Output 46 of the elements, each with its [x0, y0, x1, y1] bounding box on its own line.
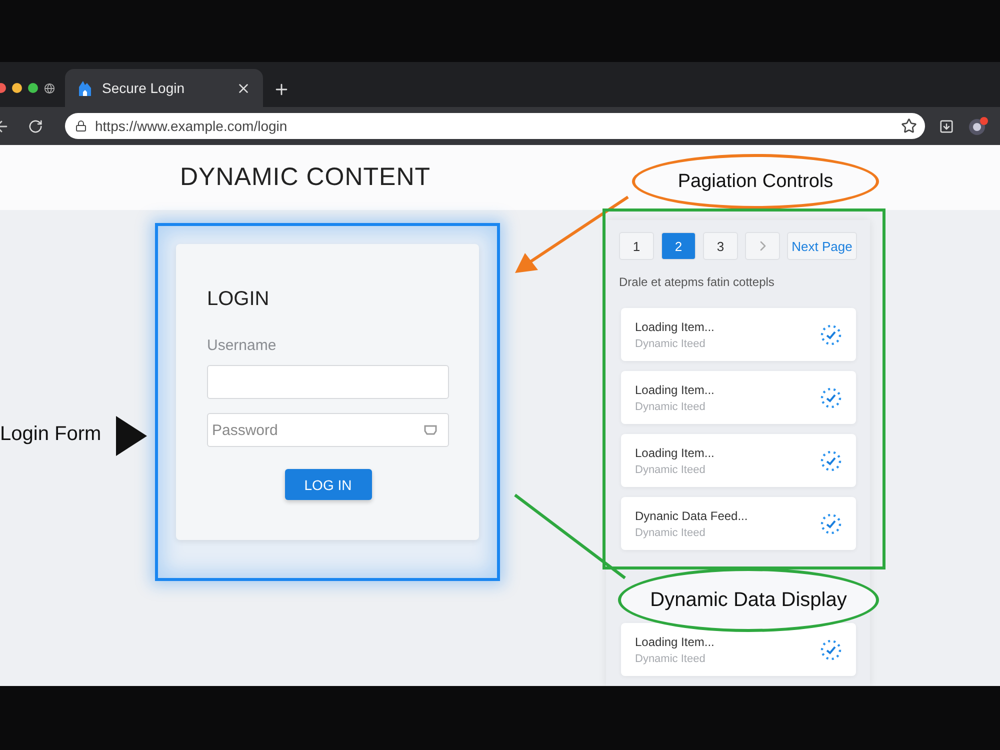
pointer-triangle: [116, 416, 147, 456]
address-bar[interactable]: https://www.example.com/login: [65, 113, 925, 139]
loading-check-icon: [820, 324, 842, 346]
item-subtitle: Dynamic Iteed: [635, 464, 706, 476]
item-title: Loading Item...: [635, 382, 716, 396]
item-title: Loading Item...: [635, 446, 716, 460]
maximize-window-button[interactable]: [28, 83, 38, 93]
star-icon[interactable]: [901, 118, 917, 134]
username-label: Username: [207, 337, 278, 354]
url-text: https://www.example.com/login: [95, 118, 288, 134]
next-page-button[interactable]: Next Page: [787, 232, 857, 260]
page-button[interactable]: 1: [619, 232, 654, 260]
item-subtitle: Dynamic Iteed: [635, 526, 706, 538]
profile-icon[interactable]: [968, 116, 990, 136]
login-button[interactable]: LOG IN: [284, 469, 372, 500]
feed-item[interactable]: Loading Item... Dynamic Iteed: [621, 371, 856, 424]
username-field[interactable]: [207, 365, 449, 399]
item-title: Dynanic Data Feed...: [635, 508, 749, 522]
loading-check-icon: [820, 450, 842, 472]
page-title: DYNAMIC CONTENT: [180, 163, 431, 192]
item-title: Loading Item...: [635, 320, 716, 334]
loading-check-icon: [820, 638, 842, 660]
loading-check-icon: [820, 386, 842, 408]
eye-icon[interactable]: [424, 425, 437, 435]
tab-title: Secure Login: [102, 80, 186, 96]
feed-item[interactable]: Dynanic Data Feed... Dynamic Iteed: [621, 497, 856, 550]
globe-icon: [44, 82, 55, 94]
feed-caption: Drale et atepms fatin cottepls: [619, 275, 776, 289]
callout-label: Login Form: [0, 423, 102, 446]
item-subtitle: Dynamic Iteed: [635, 652, 706, 664]
item-subtitle: Dynamic Iteed: [635, 400, 706, 412]
page-button[interactable]: 3: [703, 232, 738, 260]
feed-item[interactable]: Loading Item... Dynamic Iteed: [621, 434, 856, 487]
item-title: Loading Item...: [635, 634, 716, 648]
lock-icon: [75, 120, 87, 132]
new-tab-icon[interactable]: [273, 81, 290, 98]
password-field[interactable]: Password: [207, 413, 449, 447]
feed-item[interactable]: Loading Item... Dynamic Iteed: [621, 623, 856, 676]
login-heading: LOGIN: [207, 288, 270, 311]
loading-check-icon: [820, 512, 842, 534]
minimize-window-button[interactable]: [12, 83, 22, 93]
reload-icon[interactable]: [28, 118, 43, 134]
browser-tab[interactable]: Secure Login: [65, 69, 263, 107]
item-subtitle: Dynamic Iteed: [635, 338, 706, 350]
page-button[interactable]: 2: [661, 232, 696, 260]
feed-item[interactable]: Loading Item... Dynamic Iteed: [621, 308, 856, 361]
